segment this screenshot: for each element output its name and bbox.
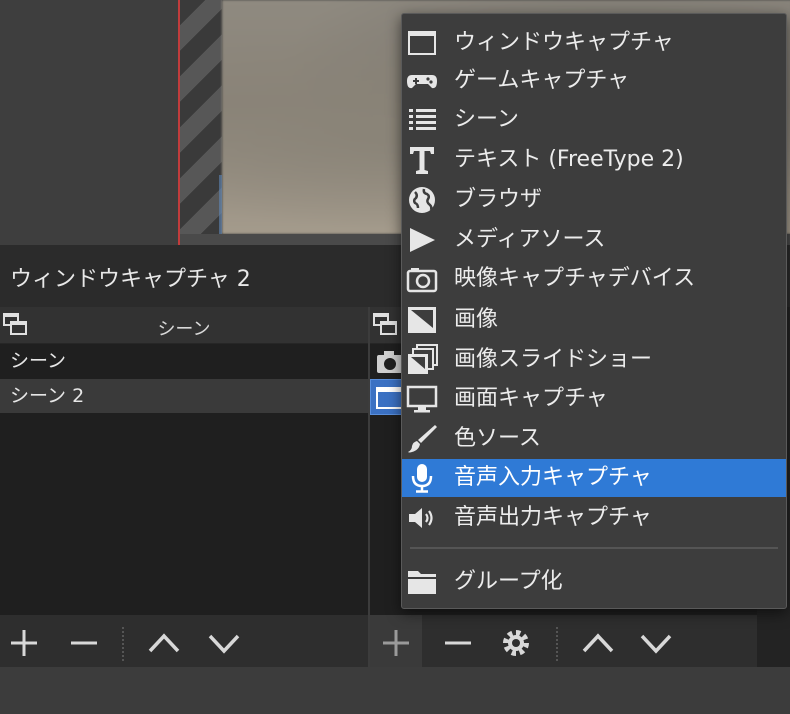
scene-list-item[interactable]: シーン — [0, 344, 368, 378]
toolbar-separator — [556, 627, 558, 661]
preview-outside-area — [180, 0, 222, 245]
camera-icon — [377, 351, 403, 373]
brush-icon — [408, 425, 437, 453]
menu-separator — [410, 547, 778, 549]
add-source-menu: ウィンドウキャプチャ ゲームキャプチャ シーン テキスト (FreeType 2… — [401, 13, 787, 609]
folder-icon — [408, 571, 436, 594]
scenes-dock: シーン シーン シーン 2 — [0, 307, 368, 667]
scene-list-item-selected[interactable]: シーン 2 — [0, 379, 368, 413]
scenes-toolbar — [0, 615, 368, 667]
globe-icon — [409, 187, 435, 213]
menu-item-display-capture[interactable]: 画面キャプチャ — [402, 380, 786, 418]
move-scene-down-button[interactable] — [206, 625, 242, 661]
remove-scene-button[interactable] — [66, 625, 102, 661]
gamepad-icon — [407, 75, 437, 89]
slideshow-icon — [408, 344, 438, 374]
move-source-up-button[interactable] — [580, 625, 616, 661]
menu-item-game-capture[interactable]: ゲームキャプチャ — [402, 62, 786, 100]
sources-toolbar — [370, 615, 790, 667]
source-properties-gear-icon[interactable] — [498, 625, 534, 661]
menu-item-group[interactable]: グループ化 — [402, 563, 786, 601]
add-source-button[interactable] — [378, 625, 414, 661]
dock-float-icon[interactable] — [372, 311, 398, 337]
monitor-icon — [406, 385, 438, 413]
text-icon — [410, 147, 434, 174]
menu-item-browser[interactable]: ブラウザ — [402, 181, 786, 219]
menu-item-color-source[interactable]: 色ソース — [402, 420, 786, 458]
window-icon — [408, 31, 436, 55]
selected-source-name: ウィンドウキャプチャ 2 — [10, 267, 251, 292]
play-icon — [410, 228, 435, 252]
menu-item-video-capture-device[interactable]: 映像キャプチャデバイス — [402, 260, 786, 298]
menu-item-image-slideshow[interactable]: 画像スライドショー — [402, 341, 786, 379]
microphone-icon — [411, 464, 433, 493]
window-icon — [376, 387, 404, 409]
scenes-dock-title: シーン — [157, 319, 211, 340]
toolbar-separator — [122, 627, 124, 661]
menu-item-media-source[interactable]: メディアソース — [402, 221, 786, 259]
preview-background — [0, 0, 180, 245]
menu-item-text-freetype[interactable]: テキスト (FreeType 2) — [402, 141, 786, 179]
speaker-icon — [409, 508, 433, 528]
menu-item-scene[interactable]: シーン — [402, 101, 786, 139]
menu-item-window-capture[interactable]: ウィンドウキャプチャ — [402, 24, 786, 62]
menu-item-image[interactable]: 画像 — [402, 301, 786, 339]
move-scene-up-button[interactable] — [146, 625, 182, 661]
status-area — [0, 667, 790, 714]
list-icon — [409, 109, 436, 130]
add-scene-button[interactable] — [6, 625, 42, 661]
menu-item-audio-output-capture[interactable]: 音声出力キャプチャ — [402, 499, 786, 537]
selection-handle-edge — [219, 175, 222, 235]
image-icon — [408, 307, 436, 333]
menu-item-audio-input-capture[interactable]: 音声入力キャプチャ — [402, 459, 786, 497]
camera-icon — [406, 268, 438, 293]
scenes-dock-header: シーン — [0, 307, 368, 344]
move-source-down-button[interactable] — [638, 625, 674, 661]
remove-source-button[interactable] — [440, 625, 476, 661]
